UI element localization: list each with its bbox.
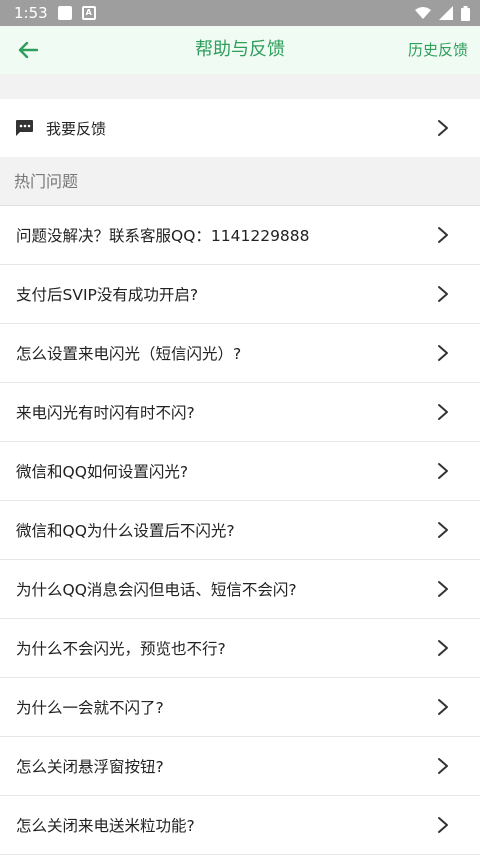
chat-bubble-icon <box>14 119 34 137</box>
back-button[interactable] <box>14 38 42 62</box>
notification-a-icon: A <box>81 6 96 20</box>
feedback-label: 我要反馈 <box>46 119 107 138</box>
back-arrow-icon <box>18 41 38 59</box>
faq-item[interactable]: 怎么关闭来电送米粒功能? <box>0 796 480 855</box>
chevron-right-icon <box>438 404 448 420</box>
chevron-right-icon <box>438 581 448 597</box>
chevron-right-icon <box>438 120 448 136</box>
faq-item-label: 为什么QQ消息会闪但电话、短信不会闪? <box>16 581 297 599</box>
faq-item[interactable]: 微信和QQ为什么设置后不闪光? <box>0 501 480 560</box>
faq-item-label: 怎么关闭悬浮窗按钮? <box>16 758 164 776</box>
chevron-right-icon <box>438 463 448 479</box>
status-icons <box>415 5 470 21</box>
chevron-right-icon <box>438 758 448 774</box>
faq-item[interactable]: 怎么设置来电闪光（短信闪光）? <box>0 324 480 383</box>
faq-item-label: 怎么关闭来电送米粒功能? <box>16 817 195 835</box>
chevron-right-icon <box>438 522 448 538</box>
faq-item[interactable]: 为什么不会闪光，预览也不行? <box>0 619 480 678</box>
faq-item[interactable]: 微信和QQ如何设置闪光? <box>0 442 480 501</box>
feedback-row[interactable]: 我要反馈 <box>0 99 480 157</box>
app-bar: 帮助与反馈 历史反馈 <box>0 26 480 74</box>
faq-item[interactable]: 支付后SVIP没有成功开启? <box>0 265 480 324</box>
chevron-right-icon <box>438 345 448 361</box>
faq-item[interactable]: 怎么关闭悬浮窗按钮? <box>0 737 480 796</box>
faq-item-label: 怎么设置来电闪光（短信闪光）? <box>16 345 242 363</box>
wifi-icon <box>415 7 431 19</box>
chevron-right-icon <box>438 699 448 715</box>
faq-item-label: 微信和QQ如何设置闪光? <box>16 463 189 481</box>
signal-icon <box>439 6 453 20</box>
faq-item-label: 微信和QQ为什么设置后不闪光? <box>16 522 235 540</box>
faq-item-label: 来电闪光有时闪有时不闪? <box>16 404 195 422</box>
faq-item[interactable]: 问题没解决？联系客服QQ：1141229888 <box>0 206 480 265</box>
faq-item[interactable]: 为什么一会就不闪了? <box>0 678 480 737</box>
status-time: 1:53 <box>14 4 48 22</box>
battery-icon <box>461 5 470 21</box>
chevron-right-icon <box>438 640 448 656</box>
chevron-right-icon <box>438 286 448 302</box>
faq-item-label: 问题没解决？联系客服QQ：1141229888 <box>16 227 310 245</box>
faq-item[interactable]: 来电闪光有时闪有时不闪? <box>0 383 480 442</box>
chevron-right-icon <box>438 817 448 833</box>
section-header-hot-questions: 热门问题 <box>0 157 480 206</box>
faq-item-label: 为什么一会就不闪了? <box>16 699 164 717</box>
faq-item-label: 支付后SVIP没有成功开启? <box>16 286 199 304</box>
faq-item[interactable]: 为什么QQ消息会闪但电话、短信不会闪? <box>0 560 480 619</box>
faq-item-label: 为什么不会闪光，预览也不行? <box>16 640 226 658</box>
history-feedback-link[interactable]: 历史反馈 <box>408 26 468 74</box>
notification-square-icon <box>57 6 72 20</box>
faq-list: 问题没解决？联系客服QQ：1141229888 支付后SVIP没有成功开启? 怎… <box>0 206 480 855</box>
status-bar: 1:53 A <box>0 0 480 26</box>
chevron-right-icon <box>438 227 448 243</box>
